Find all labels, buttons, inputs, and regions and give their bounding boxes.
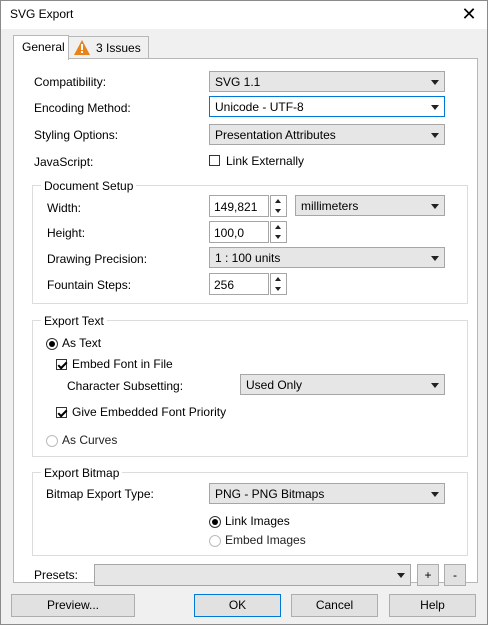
export-text-title: Export Text	[41, 314, 107, 328]
presets-label: Presets:	[34, 568, 79, 582]
spin-up-icon[interactable]	[275, 277, 281, 281]
width-input[interactable]: 149,821	[209, 195, 269, 217]
link-images-radio[interactable]	[209, 516, 221, 528]
window-title: SVG Export	[10, 7, 74, 21]
spin-up-icon[interactable]	[275, 225, 281, 229]
units-value: millimeters	[301, 199, 359, 213]
warning-icon	[74, 40, 90, 55]
close-icon[interactable]: ✕	[457, 3, 481, 25]
general-panel: Compatibility: SVG 1.1 Encoding Method: …	[13, 58, 478, 583]
width-stepper[interactable]	[270, 195, 287, 217]
javascript-label: JavaScript:	[34, 155, 94, 169]
embed-images-radio[interactable]	[209, 535, 221, 547]
cancel-button[interactable]: Cancel	[291, 594, 378, 617]
compatibility-label: Compatibility:	[34, 75, 107, 89]
tab-general[interactable]: General	[13, 35, 69, 60]
styling-label: Styling Options:	[34, 128, 119, 142]
chevron-down-icon	[431, 256, 439, 261]
fountain-steps-stepper[interactable]	[270, 273, 287, 295]
add-preset-button[interactable]: +	[417, 564, 439, 586]
tab-general-label: General	[22, 40, 65, 54]
chevron-down-icon	[431, 492, 439, 497]
give-priority-checkbox[interactable]	[56, 407, 67, 418]
as-text-label: As Text	[62, 336, 102, 350]
height-value: 100,0	[214, 226, 245, 240]
chevron-down-icon	[431, 133, 439, 138]
embed-images-label: Embed Images	[225, 533, 306, 547]
bitmap-type-label: Bitmap Export Type:	[46, 487, 154, 501]
encoding-dropdown[interactable]: Unicode - UTF-8	[209, 96, 445, 117]
styling-dropdown[interactable]: Presentation Attributes	[209, 124, 445, 145]
fountain-steps-value: 256	[214, 278, 235, 292]
spin-down-icon[interactable]	[275, 287, 281, 291]
as-curves-radio[interactable]	[46, 435, 58, 447]
compatibility-dropdown[interactable]: SVG 1.1	[209, 71, 445, 92]
link-externally-label: Link Externally	[226, 154, 305, 168]
preview-button[interactable]: Preview...	[11, 594, 135, 617]
tab-issues-label: 3 Issues	[96, 41, 141, 55]
chevron-down-icon	[431, 383, 439, 388]
fountain-steps-input[interactable]: 256	[209, 273, 269, 295]
height-stepper[interactable]	[270, 221, 287, 243]
as-text-radio[interactable]	[46, 338, 58, 350]
chevron-down-icon	[431, 204, 439, 209]
precision-dropdown[interactable]: 1 : 100 units	[209, 247, 445, 268]
remove-preset-button[interactable]: -	[444, 564, 466, 586]
chevron-down-icon	[431, 105, 439, 110]
spin-down-icon[interactable]	[275, 209, 281, 213]
bitmap-type-value: PNG - PNG Bitmaps	[215, 487, 325, 501]
svg-export-dialog: SVG Export ✕ General 3 Issues Compatibil…	[0, 0, 488, 625]
fountain-steps-label: Fountain Steps:	[47, 278, 132, 292]
char-subsetting-dropdown[interactable]: Used Only	[240, 374, 445, 395]
help-button[interactable]: Help	[389, 594, 476, 617]
spin-down-icon[interactable]	[275, 235, 281, 239]
as-curves-label: As Curves	[62, 433, 118, 447]
width-label: Width:	[47, 201, 82, 215]
precision-value: 1 : 100 units	[215, 251, 281, 265]
height-label: Height:	[47, 226, 86, 240]
spin-up-icon[interactable]	[275, 199, 281, 203]
give-priority-label: Give Embedded Font Priority	[72, 405, 227, 419]
title-bar: SVG Export ✕	[1, 1, 487, 29]
link-images-label: Link Images	[225, 514, 290, 528]
link-externally-checkbox[interactable]	[209, 155, 220, 166]
width-value: 149,821	[214, 200, 258, 214]
encoding-label: Encoding Method:	[34, 101, 131, 115]
embed-font-label: Embed Font in File	[72, 357, 173, 371]
document-setup-title: Document Setup	[41, 179, 137, 193]
styling-value: Presentation Attributes	[215, 128, 336, 142]
bitmap-type-dropdown[interactable]: PNG - PNG Bitmaps	[209, 483, 445, 504]
height-input[interactable]: 100,0	[209, 221, 269, 243]
ok-button[interactable]: OK	[194, 594, 281, 617]
export-bitmap-title: Export Bitmap	[41, 466, 123, 480]
encoding-value: Unicode - UTF-8	[215, 100, 304, 114]
chevron-down-icon	[431, 80, 439, 85]
precision-label: Drawing Precision:	[47, 252, 148, 266]
units-dropdown[interactable]: millimeters	[295, 195, 445, 216]
presets-dropdown[interactable]	[94, 564, 411, 586]
embed-font-checkbox[interactable]	[56, 359, 67, 370]
compatibility-value: SVG 1.1	[215, 75, 261, 89]
char-subsetting-label: Character Subsetting:	[67, 379, 184, 393]
char-subsetting-value: Used Only	[246, 378, 303, 392]
chevron-down-icon	[397, 573, 405, 578]
tab-issues[interactable]: 3 Issues	[67, 36, 149, 59]
